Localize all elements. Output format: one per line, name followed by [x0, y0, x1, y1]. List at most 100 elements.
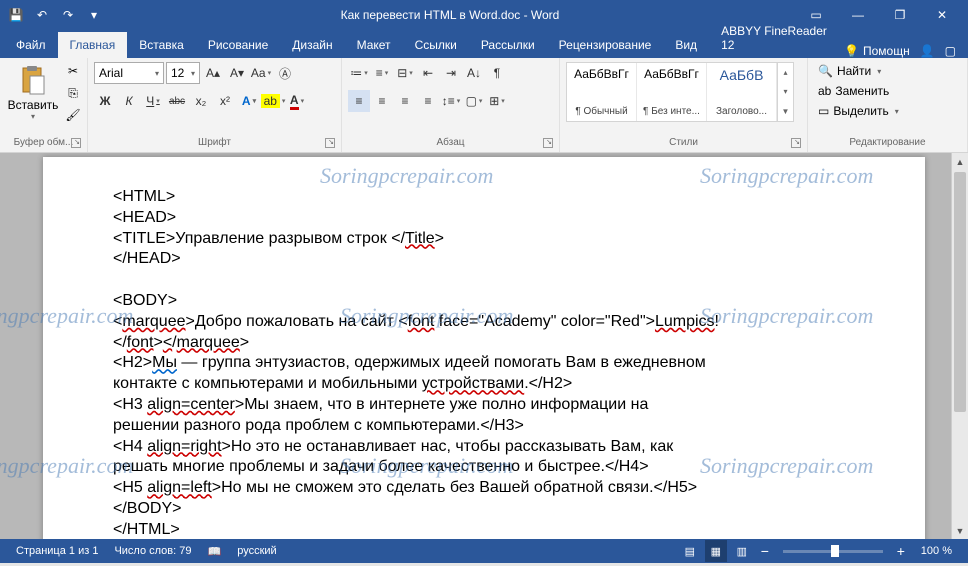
zoom-out-button[interactable]: −: [757, 543, 773, 559]
tab-file[interactable]: Файл: [4, 32, 58, 58]
style-heading1[interactable]: АаБбВ Заголово...: [707, 63, 777, 121]
clear-formatting-icon[interactable]: Ⓐ: [274, 62, 296, 84]
view-read-icon[interactable]: ▤: [679, 540, 701, 562]
underline-button[interactable]: Ч: [142, 90, 164, 112]
show-marks-icon[interactable]: ¶: [486, 62, 508, 84]
zoom-level[interactable]: 100 %: [913, 545, 960, 557]
align-right-icon[interactable]: ≡: [394, 90, 416, 112]
bold-button[interactable]: Ж: [94, 90, 116, 112]
sort-icon[interactable]: A↓: [463, 62, 485, 84]
bullets-icon[interactable]: ≔: [348, 62, 370, 84]
collapse-ribbon-icon[interactable]: ▢: [945, 44, 956, 58]
save-icon[interactable]: 💾: [6, 5, 26, 25]
styles-launcher[interactable]: [791, 138, 801, 148]
tab-view[interactable]: Вид: [663, 32, 709, 58]
lightbulb-icon: 💡: [844, 44, 859, 58]
tell-me[interactable]: 💡 Помощн: [844, 44, 910, 58]
text-effects-icon[interactable]: A: [238, 90, 260, 112]
view-print-icon[interactable]: ▦: [705, 540, 727, 562]
select-icon: ▭: [818, 104, 829, 118]
style-normal[interactable]: АаБбВвГг ¶ Обычный: [567, 63, 637, 121]
style-name: ¶ Обычный: [571, 106, 632, 117]
cut-icon[interactable]: ✂: [64, 62, 82, 80]
font-color-icon[interactable]: A: [286, 90, 308, 112]
font-launcher[interactable]: [325, 138, 335, 148]
increase-indent-icon[interactable]: ⇥: [440, 62, 462, 84]
group-styles: АаБбВвГг ¶ Обычный АаБбВвГг ¶ Без инте..…: [560, 58, 808, 152]
select-button[interactable]: ▭Выделить▾: [814, 102, 903, 120]
paragraph-launcher[interactable]: [543, 138, 553, 148]
replace-icon: ab: [818, 84, 831, 98]
zoom-slider[interactable]: [783, 550, 883, 553]
strikethrough-button[interactable]: abc: [166, 90, 188, 112]
zoom-in-button[interactable]: +: [893, 543, 909, 559]
status-page[interactable]: Страница 1 из 1: [8, 545, 106, 557]
tab-layout[interactable]: Макет: [345, 32, 403, 58]
numbering-icon[interactable]: ≡: [371, 62, 393, 84]
multilevel-list-icon[interactable]: ⊟: [394, 62, 416, 84]
decrease-indent-icon[interactable]: ⇤: [417, 62, 439, 84]
scroll-down-icon[interactable]: ▼: [952, 522, 968, 539]
qat-customize-icon[interactable]: ▾: [84, 5, 104, 25]
share-icon[interactable]: 👤: [920, 44, 935, 58]
zoom-thumb[interactable]: [831, 545, 839, 557]
borders-icon[interactable]: ⊞: [486, 90, 508, 112]
document-area[interactable]: <HTML><HEAD> <TITLE>Управление разрывом …: [0, 153, 968, 539]
tab-design[interactable]: Дизайн: [280, 32, 344, 58]
tab-insert[interactable]: Вставка: [127, 32, 196, 58]
find-button[interactable]: 🔍Найти▾: [814, 62, 885, 80]
font-size-combo[interactable]: 12▾: [166, 62, 200, 84]
shrink-font-icon[interactable]: A▾: [226, 62, 248, 84]
style-preview: АаБбВвГг: [641, 67, 702, 81]
align-left-icon[interactable]: ≡: [348, 90, 370, 112]
format-painter-icon[interactable]: 🖌: [64, 106, 82, 124]
group-font: Arial▾ 12▾ A▴ A▾ Aa Ⓐ Ж К Ч abc x₂ x² A …: [88, 58, 342, 152]
restore-button[interactable]: ❐: [880, 0, 920, 30]
justify-icon[interactable]: ≡: [417, 90, 439, 112]
font-name-combo[interactable]: Arial▾: [94, 62, 164, 84]
align-center-icon[interactable]: ≡: [371, 90, 393, 112]
tab-draw[interactable]: Рисование: [196, 32, 280, 58]
styles-gallery: АаБбВвГг ¶ Обычный АаБбВвГг ¶ Без инте..…: [566, 62, 794, 122]
ribbon: Вставить ▾ ✂ ⎘ 🖌 Буфер обм... Arial▾ 12▾…: [0, 58, 968, 153]
view-web-icon[interactable]: ▥: [731, 540, 753, 562]
clipboard-launcher[interactable]: [71, 138, 81, 148]
scroll-thumb[interactable]: [954, 172, 966, 412]
close-button[interactable]: ✕: [922, 0, 962, 30]
tell-me-label: Помощн: [863, 44, 910, 58]
group-paragraph: ≔ ≡ ⊟ ⇤ ⇥ A↓ ¶ ≡ ≡ ≡ ≡ ↕≡ ▢ ⊞ Абзац: [342, 58, 560, 152]
group-clipboard: Вставить ▾ ✂ ⎘ 🖌 Буфер обм...: [0, 58, 88, 152]
styles-scroll-up-icon[interactable]: ▴: [778, 63, 793, 82]
tab-mailings[interactable]: Рассылки: [469, 32, 547, 58]
vertical-scrollbar[interactable]: ▲ ▼: [951, 153, 968, 539]
redo-icon[interactable]: ↷: [58, 5, 78, 25]
scroll-track[interactable]: [952, 170, 968, 522]
tab-review[interactable]: Рецензирование: [547, 32, 664, 58]
grow-font-icon[interactable]: A▴: [202, 62, 224, 84]
undo-icon[interactable]: ↶: [32, 5, 52, 25]
tab-references[interactable]: Ссылки: [403, 32, 469, 58]
copy-icon[interactable]: ⎘: [64, 84, 82, 102]
document-text[interactable]: <HTML><HEAD> <TITLE>Управление разрывом …: [113, 187, 855, 539]
style-no-spacing[interactable]: АаБбВвГг ¶ Без инте...: [637, 63, 707, 121]
group-label-paragraph: Абзац: [348, 135, 553, 150]
tab-home[interactable]: Главная: [58, 32, 128, 58]
subscript-button[interactable]: x₂: [190, 90, 212, 112]
status-language[interactable]: русский: [229, 545, 284, 557]
superscript-button[interactable]: x²: [214, 90, 236, 112]
change-case-icon[interactable]: Aa: [250, 62, 272, 84]
scroll-up-icon[interactable]: ▲: [952, 153, 968, 170]
replace-button[interactable]: abЗаменить: [814, 82, 893, 100]
find-label: Найти: [837, 64, 871, 78]
shading-icon[interactable]: ▢: [463, 90, 485, 112]
page[interactable]: <HTML><HEAD> <TITLE>Управление разрывом …: [43, 157, 925, 539]
line-spacing-icon[interactable]: ↕≡: [440, 90, 462, 112]
italic-button[interactable]: К: [118, 90, 140, 112]
highlight-icon[interactable]: ab: [262, 90, 284, 112]
status-word-count[interactable]: Число слов: 79: [106, 545, 199, 557]
styles-more-icon[interactable]: ▼: [778, 102, 793, 121]
styles-scroll-down-icon[interactable]: ▾: [778, 82, 793, 101]
paste-button[interactable]: Вставить ▾: [6, 62, 60, 123]
status-proofing-icon[interactable]: 📖: [200, 545, 230, 558]
tab-abbyy[interactable]: ABBYY FineReader 12: [709, 18, 844, 58]
